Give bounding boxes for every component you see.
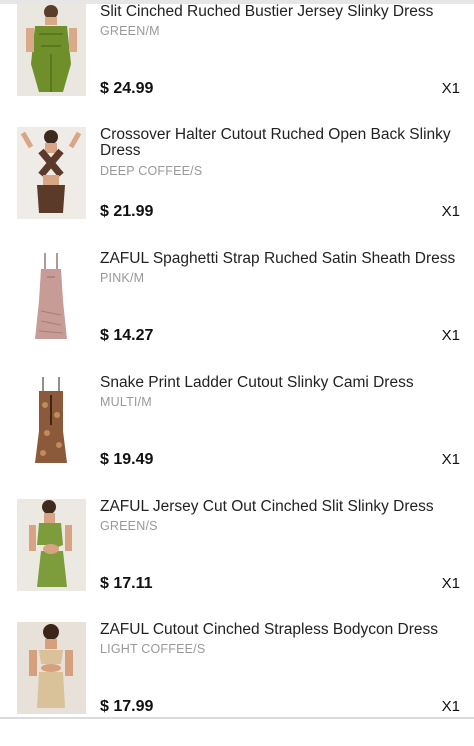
product-title[interactable]: ZAFUL Spaghetti Strap Ruched Satin Sheat… — [100, 251, 460, 267]
product-quantity: X1 — [441, 575, 460, 592]
product-title[interactable]: ZAFUL Jersey Cut Out Cinched Slit Slinky… — [100, 499, 460, 515]
product-price: $ 19.49 — [100, 451, 154, 468]
cart-item[interactable]: Slit Cinched Ruched Bustier Jersey Slink… — [0, 4, 474, 128]
product-quantity: X1 — [441, 698, 460, 715]
cart-item[interactable]: ZAFUL Cutout Cinched Strapless Bodycon D… — [0, 622, 474, 746]
product-image[interactable] — [17, 4, 86, 96]
product-title[interactable]: Snake Print Ladder Cutout Slinky Cami Dr… — [100, 375, 460, 391]
product-variant: GREEN/S — [100, 519, 158, 533]
product-variant: DEEP COFFEE/S — [100, 164, 203, 178]
product-price: $ 17.11 — [100, 575, 153, 592]
product-image[interactable] — [17, 499, 86, 591]
product-variant: GREEN/M — [100, 24, 160, 38]
product-quantity: X1 — [441, 80, 460, 97]
product-image[interactable] — [17, 127, 86, 219]
product-price: $ 24.99 — [100, 80, 154, 97]
product-variant: PINK/M — [100, 271, 145, 285]
product-variant: LIGHT COFFEE/S — [100, 642, 206, 656]
product-price: $ 17.99 — [100, 698, 154, 715]
product-price: $ 21.99 — [100, 203, 154, 220]
product-variant: MULTI/M — [100, 395, 152, 409]
product-price: $ 14.27 — [100, 327, 154, 344]
cart-item[interactable]: ZAFUL Spaghetti Strap Ruched Satin Sheat… — [0, 251, 474, 375]
product-quantity: X1 — [441, 327, 460, 344]
product-image[interactable] — [17, 375, 86, 467]
product-title[interactable]: Crossover Halter Cutout Ruched Open Back… — [100, 127, 460, 159]
product-image[interactable] — [17, 251, 86, 343]
product-title[interactable]: ZAFUL Cutout Cinched Strapless Bodycon D… — [100, 622, 460, 638]
product-title[interactable]: Slit Cinched Ruched Bustier Jersey Slink… — [100, 4, 460, 20]
product-image[interactable] — [17, 622, 86, 714]
cart-item[interactable]: Crossover Halter Cutout Ruched Open Back… — [0, 127, 474, 251]
cart-item[interactable]: Snake Print Ladder Cutout Slinky Cami Dr… — [0, 375, 474, 499]
product-quantity: X1 — [441, 203, 460, 220]
product-quantity: X1 — [441, 451, 460, 468]
cart-item[interactable]: ZAFUL Jersey Cut Out Cinched Slit Slinky… — [0, 499, 474, 623]
